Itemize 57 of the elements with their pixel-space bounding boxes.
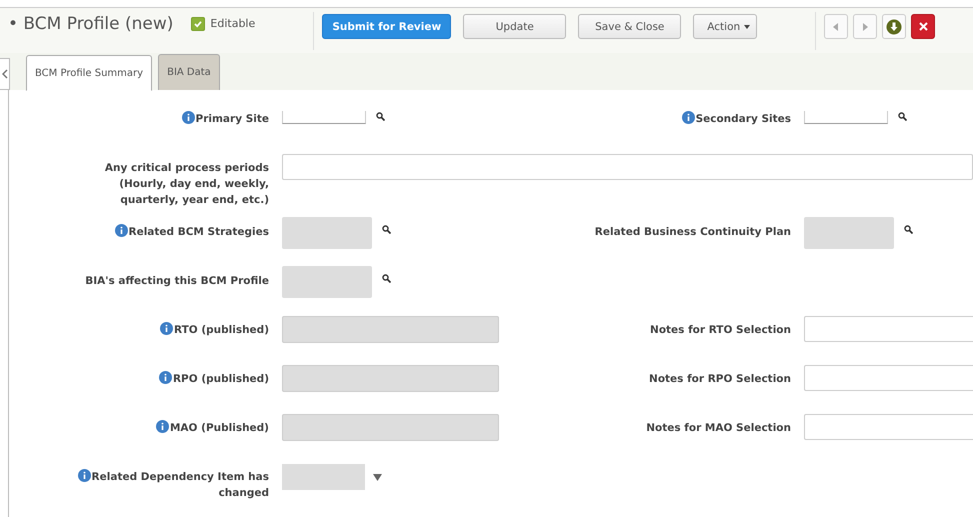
field-label: RPO (published) [172, 373, 269, 385]
next-button[interactable] [853, 14, 878, 39]
field-label: MAO (Published) [170, 422, 269, 434]
field-label: Notes for MAO Selection [646, 422, 791, 434]
lookup-field[interactable] [282, 266, 372, 298]
caret-icon [744, 24, 750, 30]
toolbar-button[interactable]: Save & Close [578, 14, 682, 39]
tab[interactable]: BIA Data [158, 54, 220, 90]
field-label: BIA's affecting this BCM Profile [85, 275, 269, 287]
input-field[interactable] [804, 365, 973, 391]
dropdown-arrow-icon [372, 474, 382, 480]
editable-checkbox[interactable] [191, 16, 206, 30]
field-label: Related Business Continuity Plan [594, 226, 791, 238]
lookup-field[interactable] [804, 111, 888, 124]
checkmark-icon [193, 18, 204, 28]
info-icon[interactable] [78, 469, 91, 482]
field-label: Primary Site [196, 113, 269, 125]
lookup-field[interactable] [282, 217, 372, 249]
download-icon [886, 18, 902, 34]
input-field[interactable] [282, 154, 973, 180]
tab[interactable]: BCM Profile Summary [26, 55, 152, 91]
record-title: • BCM Profile (new) [8, 14, 174, 34]
search-icon[interactable] [382, 225, 391, 234]
action-menu-button[interactable]: Action [693, 14, 758, 39]
download-button[interactable] [882, 14, 906, 39]
info-icon[interactable] [182, 111, 195, 124]
field-label: Any critical process periods (Hourly, day end, weekly, quarterly, year end, etc.) [104, 162, 269, 206]
dropdown-field[interactable] [282, 464, 389, 490]
toolbar-button[interactable]: Update [463, 14, 566, 39]
previous-button[interactable] [824, 14, 848, 39]
close-icon [918, 22, 928, 31]
field-label: Secondary Sites [696, 113, 791, 125]
info-icon[interactable] [682, 111, 695, 124]
field-label: Related Dependency Item has changed [92, 471, 269, 499]
search-icon[interactable] [898, 112, 907, 121]
editable-label: Editable [210, 17, 256, 30]
field-label: Notes for RTO Selection [650, 324, 791, 336]
info-icon[interactable] [160, 322, 173, 335]
field-label: RTO (published) [174, 324, 269, 336]
info-icon[interactable] [114, 224, 128, 237]
close-button[interactable] [911, 14, 936, 39]
back-tab-button[interactable] [0, 58, 10, 90]
search-icon[interactable] [382, 274, 391, 283]
input-field[interactable] [804, 316, 973, 342]
field-label: Notes for RPO Selection [649, 373, 791, 385]
search-icon[interactable] [376, 112, 385, 121]
lookup-field[interactable] [804, 217, 894, 249]
field-label: Related BCM Strategies [128, 226, 269, 238]
info-icon[interactable] [156, 420, 169, 433]
info-icon[interactable] [158, 371, 172, 384]
left-triangle-icon [833, 22, 840, 30]
lookup-field[interactable] [282, 111, 366, 124]
chevron-left-icon [2, 69, 8, 79]
search-icon[interactable] [904, 225, 913, 234]
submit-button[interactable]: Submit for Review [322, 14, 452, 39]
input-field[interactable] [804, 414, 973, 440]
right-triangle-icon [862, 22, 868, 30]
